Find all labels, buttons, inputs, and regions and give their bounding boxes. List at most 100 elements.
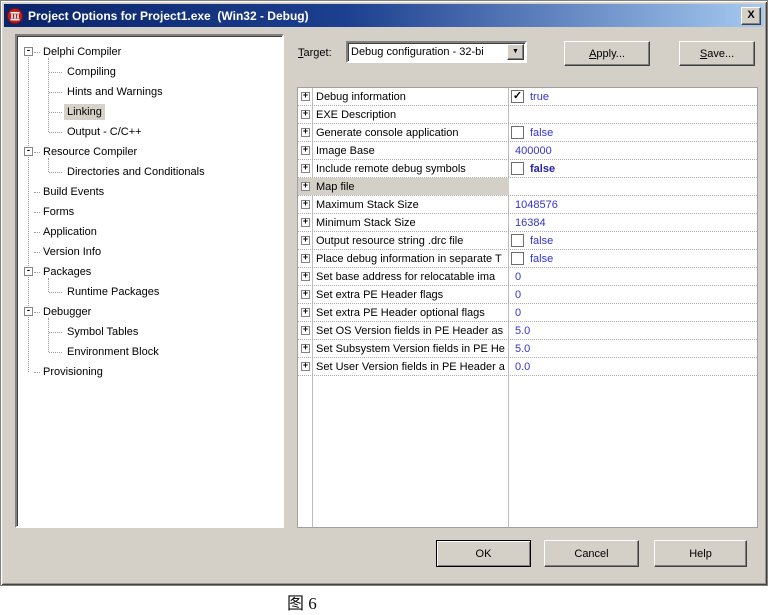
save-button[interactable]: Save... bbox=[679, 41, 755, 66]
titlebar[interactable]: Project Options for Project1.exe (Win32 … bbox=[4, 4, 764, 27]
expand-icon[interactable]: + bbox=[301, 110, 310, 119]
property-value[interactable]: 0 bbox=[509, 286, 757, 303]
tree-item-runtime-packages[interactable]: Runtime Packages bbox=[17, 282, 282, 302]
tree-item-packages[interactable]: -Packages bbox=[17, 262, 282, 282]
tree-connector bbox=[34, 252, 40, 253]
property-value[interactable]: 5.0 bbox=[509, 340, 757, 357]
options-tree[interactable]: -Delphi CompilerCompilingHints and Warni… bbox=[15, 34, 284, 528]
grid-row-set-subsystem-version-fields-in-pe-he[interactable]: +Set Subsystem Version fields in PE He5.… bbox=[298, 340, 757, 358]
grid-row-maximum-stack-size[interactable]: +Maximum Stack Size1048576 bbox=[298, 196, 757, 214]
grid-row-set-extra-pe-header-flags[interactable]: +Set extra PE Header flags0 bbox=[298, 286, 757, 304]
grid-row-image-base[interactable]: +Image Base400000 bbox=[298, 142, 757, 160]
apply-button[interactable]: Apply... bbox=[564, 41, 650, 66]
property-name: Maximum Stack Size bbox=[313, 196, 509, 213]
grid-row-include-remote-debug-symbols[interactable]: +Include remote debug symbolsfalse bbox=[298, 160, 757, 178]
property-grid[interactable]: +Debug information✓true+EXE Description+… bbox=[297, 87, 758, 528]
tree-item-linking[interactable]: Linking bbox=[17, 102, 282, 122]
tree-item-environment-block[interactable]: Environment Block bbox=[17, 342, 282, 362]
expand-icon[interactable]: + bbox=[301, 326, 310, 335]
ok-button[interactable]: OK bbox=[436, 540, 531, 567]
value-text: 0 bbox=[515, 307, 521, 319]
expand-icon[interactable]: + bbox=[301, 344, 310, 353]
grid-row-map-file[interactable]: +Map fileDetailed▼ bbox=[298, 178, 757, 196]
property-value[interactable]: 1048576 bbox=[509, 196, 757, 213]
property-value[interactable]: false bbox=[509, 124, 757, 141]
tree-connector bbox=[49, 352, 62, 353]
grid-row-set-os-version-fields-in-pe-header-as[interactable]: +Set OS Version fields in PE Header as5.… bbox=[298, 322, 757, 340]
property-value[interactable]: 0.0 bbox=[509, 358, 757, 375]
grid-row-set-base-address-for-relocatable-ima[interactable]: +Set base address for relocatable ima0 bbox=[298, 268, 757, 286]
expand-icon[interactable]: + bbox=[301, 236, 310, 245]
help-button[interactable]: Help bbox=[654, 540, 747, 567]
grid-row-output-resource-string-drc-file[interactable]: +Output resource string .drc filefalse bbox=[298, 232, 757, 250]
tree-item-label: Resource Compiler bbox=[40, 144, 140, 160]
grid-row-debug-information[interactable]: +Debug information✓true bbox=[298, 88, 757, 106]
collapse-icon[interactable]: - bbox=[24, 267, 33, 276]
collapse-icon[interactable]: - bbox=[24, 307, 33, 316]
property-name: Minimum Stack Size bbox=[313, 214, 509, 231]
output-resource-string-drc-file-checkbox[interactable] bbox=[511, 234, 524, 247]
tree-item-symbol-tables[interactable]: Symbol Tables bbox=[17, 322, 282, 342]
generate-console-application-checkbox[interactable] bbox=[511, 126, 524, 139]
property-value[interactable]: 400000 bbox=[509, 142, 757, 159]
tree-item-label: Debugger bbox=[40, 304, 94, 320]
tree-item-label: Version Info bbox=[40, 244, 104, 260]
expand-cell: + bbox=[298, 268, 313, 285]
grid-row-minimum-stack-size[interactable]: +Minimum Stack Size16384 bbox=[298, 214, 757, 232]
tree-item-debugger[interactable]: -Debugger bbox=[17, 302, 282, 322]
collapse-icon[interactable]: - bbox=[24, 47, 33, 56]
target-combobox[interactable]: Debug configuration - 32-bi ▼ bbox=[346, 41, 527, 63]
close-button[interactable]: X bbox=[741, 7, 761, 25]
tree-item-hints-and-warnings[interactable]: Hints and Warnings bbox=[17, 82, 282, 102]
grid-row-set-extra-pe-header-optional-flags[interactable]: +Set extra PE Header optional flags0 bbox=[298, 304, 757, 322]
collapse-icon[interactable]: - bbox=[24, 147, 33, 156]
tree-connector bbox=[49, 292, 62, 293]
tree-item-application[interactable]: Application bbox=[17, 222, 282, 242]
tree-item-directories-and-conditionals[interactable]: Directories and Conditionals bbox=[17, 162, 282, 182]
property-value[interactable]: false bbox=[509, 250, 757, 267]
cancel-button[interactable]: Cancel bbox=[544, 540, 639, 567]
grid-row-set-user-version-fields-in-pe-header-a[interactable]: +Set User Version fields in PE Header a0… bbox=[298, 358, 757, 376]
expand-icon[interactable]: + bbox=[301, 200, 310, 209]
tree-item-build-events[interactable]: Build Events bbox=[17, 182, 282, 202]
tree-item-forms[interactable]: Forms bbox=[17, 202, 282, 222]
figure-caption: 图 6 bbox=[287, 589, 317, 614]
grid-row-generate-console-application[interactable]: +Generate console applicationfalse bbox=[298, 124, 757, 142]
expand-cell: + bbox=[298, 106, 313, 123]
expand-icon[interactable]: + bbox=[301, 164, 310, 173]
tree-item-version-info[interactable]: Version Info bbox=[17, 242, 282, 262]
tree-item-delphi-compiler[interactable]: -Delphi Compiler bbox=[17, 42, 282, 62]
property-value[interactable]: 5.0 bbox=[509, 322, 757, 339]
expand-icon[interactable]: + bbox=[301, 128, 310, 137]
tree-item-output-c-c[interactable]: Output - C/C++ bbox=[17, 122, 282, 142]
place-debug-information-in-separate-t-checkbox[interactable] bbox=[511, 252, 524, 265]
expand-icon[interactable]: + bbox=[301, 92, 310, 101]
tree-connector bbox=[49, 92, 62, 93]
expand-icon[interactable]: + bbox=[301, 146, 310, 155]
target-dropdown-button[interactable]: ▼ bbox=[507, 44, 524, 60]
expand-icon[interactable]: + bbox=[301, 254, 310, 263]
expand-icon[interactable]: + bbox=[301, 182, 310, 191]
property-name: Set Subsystem Version fields in PE He bbox=[313, 340, 509, 357]
grid-row-place-debug-information-in-separate-t[interactable]: +Place debug information in separate Tfa… bbox=[298, 250, 757, 268]
property-value[interactable]: false bbox=[509, 160, 757, 177]
include-remote-debug-symbols-checkbox[interactable] bbox=[511, 162, 524, 175]
property-value[interactable]: 0 bbox=[509, 304, 757, 321]
property-name: Generate console application bbox=[313, 124, 509, 141]
expand-icon[interactable]: + bbox=[301, 308, 310, 317]
property-value[interactable]: false bbox=[509, 232, 757, 249]
expand-icon[interactable]: + bbox=[301, 290, 310, 299]
expand-icon[interactable]: + bbox=[301, 362, 310, 371]
property-value[interactable]: ✓true bbox=[509, 88, 757, 105]
expand-icon[interactable]: + bbox=[301, 272, 310, 281]
tree-item-provisioning[interactable]: Provisioning bbox=[17, 362, 282, 382]
property-value[interactable]: 16384 bbox=[509, 214, 757, 231]
property-value[interactable] bbox=[509, 106, 757, 123]
property-value[interactable]: 0 bbox=[509, 268, 757, 285]
debug-information-checkbox[interactable]: ✓ bbox=[511, 90, 524, 103]
expand-icon[interactable]: + bbox=[301, 218, 310, 227]
tree-item-label: Runtime Packages bbox=[64, 284, 162, 300]
tree-item-compiling[interactable]: Compiling bbox=[17, 62, 282, 82]
grid-row-exe-description[interactable]: +EXE Description bbox=[298, 106, 757, 124]
tree-item-resource-compiler[interactable]: -Resource Compiler bbox=[17, 142, 282, 162]
